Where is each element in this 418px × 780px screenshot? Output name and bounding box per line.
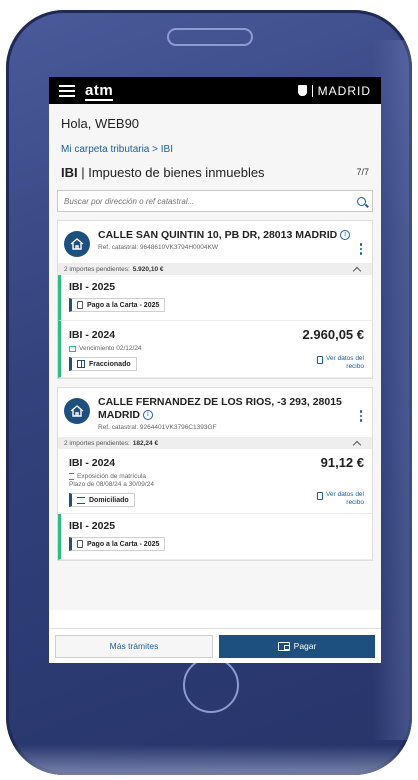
tax-item[interactable]: IBI - 2024 91,12 € Exposición de matrícu… xyxy=(58,449,372,514)
receipt-icon xyxy=(317,492,324,500)
tax-item[interactable]: IBI - 2025 Pago a la Carta - 2025 xyxy=(58,514,372,560)
payment-plan-chip[interactable]: Pago a la Carta - 2025 xyxy=(69,298,166,312)
pending-amount: 182,24 € xyxy=(132,439,159,447)
tax-item[interactable]: IBI - 2025 Pago a la Carta - 2025 xyxy=(58,275,372,321)
property-header: CALLE FERNANDEZ DE LOS RIOS, -3 293, 280… xyxy=(58,388,372,437)
pending-label: 2 importes pendientes: xyxy=(64,439,130,447)
property-address: CALLE FERNANDEZ DE LOS RIOS, -3 293, 280… xyxy=(98,396,342,421)
pay-button[interactable]: Pagar xyxy=(219,634,375,658)
search-box[interactable] xyxy=(57,190,373,212)
property-card: CALLE SAN QUINTIN 10, PB DR, 28013 MADRI… xyxy=(57,220,373,379)
more-options-icon[interactable] xyxy=(356,410,366,422)
view-receipt-link[interactable]: Ver datos del recibo xyxy=(317,355,364,371)
cadastral-reference: Ref. catastral: 9264401VK3796C1393GF xyxy=(98,424,217,431)
house-icon xyxy=(64,231,90,257)
breadcrumb[interactable]: Mi carpeta tributaria > IBI xyxy=(57,140,373,156)
property-text: CALLE FERNANDEZ DE LOS RIOS, -3 293, 280… xyxy=(98,396,356,431)
madrid-label: MADRID xyxy=(317,83,371,98)
stage: atm MADRID Hola, WEB90 Mi carpeta tribut… xyxy=(0,0,418,780)
property-text: CALLE SAN QUINTIN 10, PB DR, 28013 MADRI… xyxy=(98,229,356,251)
pending-amount: 5.920,10 € xyxy=(132,265,164,273)
pending-summary[interactable]: 2 importes pendientes: 182,24 € xyxy=(58,437,372,449)
page-title-row: IBI | Impuesto de bienes inmuebles 7/7 xyxy=(57,156,373,182)
search-icon[interactable] xyxy=(357,196,366,206)
split-icon xyxy=(77,360,85,368)
more-options-icon[interactable] xyxy=(356,243,366,255)
property-card: CALLE FERNANDEZ DE LOS RIOS, -3 293, 280… xyxy=(57,387,373,561)
house-icon xyxy=(64,398,90,424)
tax-item-year: IBI - 2024 xyxy=(69,328,116,341)
chevron-up-icon[interactable] xyxy=(352,440,362,449)
atm-logo[interactable]: atm xyxy=(85,82,114,101)
property-header: CALLE SAN QUINTIN 10, PB DR, 28013 MADRI… xyxy=(58,221,372,263)
status-chip[interactable]: Domiciliado xyxy=(69,493,135,507)
payment-period: Plazo de 08/08/24 a 30/09/24 xyxy=(69,481,154,488)
pending-summary[interactable]: 2 importes pendientes: 5.920,10 € xyxy=(58,263,372,275)
payment-plan-chip[interactable]: Pago a la Carta - 2025 xyxy=(69,537,166,551)
receipt-icon xyxy=(317,356,324,364)
bank-icon xyxy=(77,496,85,504)
tax-item-row: IBI - 2024 91,12 € xyxy=(69,455,364,470)
chevron-up-icon[interactable] xyxy=(352,266,362,275)
tax-item-year: IBI - 2024 xyxy=(69,456,116,469)
tax-item-actions: Fraccionado Ver datos del recibo xyxy=(69,352,364,371)
phone-bottom-highlight xyxy=(6,745,412,775)
app-screen: atm MADRID Hola, WEB90 Mi carpeta tribut… xyxy=(49,77,381,663)
greeting: Hola, WEB90 xyxy=(49,104,381,140)
property-address: CALLE SAN QUINTIN 10, PB DR, 28013 MADRI… xyxy=(98,229,356,242)
phone-home-button[interactable] xyxy=(183,657,239,713)
hourglass-icon xyxy=(69,473,74,480)
tax-item-year: IBI - 2025 xyxy=(69,520,116,532)
due-date: Vencimiento 02/12/24 xyxy=(69,345,364,352)
exposure-status: Exposición de matrícula xyxy=(69,473,364,480)
phone-speaker xyxy=(167,28,253,46)
top-bar: atm MADRID xyxy=(49,77,381,104)
cadastral-reference: Ref. catastral: 9648610VK3794H0004KW xyxy=(98,244,218,251)
madrid-brand: MADRID xyxy=(297,83,371,98)
view-receipt-link[interactable]: Ver datos del recibo xyxy=(317,491,364,507)
info-icon[interactable]: i xyxy=(340,230,351,241)
status-chip[interactable]: Fraccionado xyxy=(69,357,137,371)
property-counter: 7/7 xyxy=(356,167,369,177)
wallet-icon xyxy=(277,641,290,651)
tax-item-amount: 91,12 € xyxy=(320,455,364,470)
more-procedures-button[interactable]: Más trámites xyxy=(55,634,213,658)
search-input[interactable] xyxy=(64,196,357,206)
tax-item-row: IBI - 2024 2.960,05 € xyxy=(69,327,364,342)
pending-label: 2 importes pendientes: xyxy=(64,265,130,273)
calendar-icon xyxy=(69,345,76,352)
madrid-shield-icon xyxy=(297,85,307,96)
main-content: Mi carpeta tributaria > IBI IBI | Impues… xyxy=(49,140,381,610)
document-icon xyxy=(77,540,83,548)
tax-item-amount: 2.960,05 € xyxy=(302,327,364,342)
tax-item-year: IBI - 2025 xyxy=(69,281,116,293)
bottom-action-bar: Más trámites Pagar xyxy=(49,628,381,663)
info-icon[interactable]: i xyxy=(142,410,153,421)
page-title: IBI | Impuesto de bienes inmuebles xyxy=(61,164,265,180)
document-icon xyxy=(77,301,83,309)
hamburger-menu-icon[interactable] xyxy=(59,84,75,97)
brand-divider xyxy=(311,84,313,97)
tax-item-actions: Domiciliado Ver datos del recibo xyxy=(69,488,364,507)
tax-item[interactable]: IBI - 2024 2.960,05 € Vencimiento 02/12/… xyxy=(58,321,372,378)
